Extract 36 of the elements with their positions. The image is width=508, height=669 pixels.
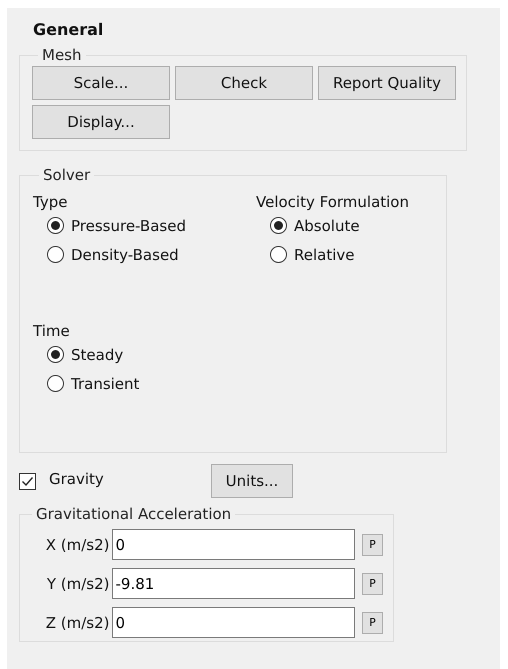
mesh-button[interactable]: Scale... [32, 66, 170, 100]
radio-label: Pressure-Based [71, 216, 186, 234]
radio-label: Relative [294, 246, 354, 264]
units-button[interactable]: Units... [211, 464, 293, 498]
radio-label: Transient [71, 374, 140, 392]
group-title: Mesh [41, 46, 82, 64]
radio-label: Steady [71, 346, 124, 364]
checkbox[interactable] [19, 472, 36, 490]
group-label: Time [33, 321, 71, 340]
input-field[interactable]: -9.81 [112, 568, 356, 599]
group-label: Velocity Formulation [256, 192, 410, 211]
parameter-button[interactable]: P [362, 534, 383, 556]
radio-button[interactable] [270, 217, 287, 234]
field-label: Y (m/s2) [46, 574, 110, 592]
input-field[interactable]: 0 [112, 529, 356, 560]
radio-button[interactable] [47, 346, 64, 363]
mesh-button[interactable]: Check [175, 66, 313, 100]
parameter-button[interactable]: P [362, 572, 383, 594]
radio-button[interactable] [47, 375, 64, 392]
field-label: X (m/s2) [44, 536, 110, 554]
radio-label: Density-Based [71, 246, 179, 264]
radio-label: Absolute [294, 216, 360, 234]
mesh-button[interactable]: Report Quality [318, 66, 456, 100]
panel-title: General [33, 20, 104, 41]
radio-button[interactable] [47, 217, 64, 234]
radio-button[interactable] [270, 246, 287, 263]
checkbox-label: Gravity [49, 470, 105, 488]
group-title: Solver [42, 166, 92, 184]
group-title: Gravitational Acceleration [35, 505, 232, 523]
mesh-button[interactable]: Display... [32, 105, 170, 139]
radio-button[interactable] [47, 246, 64, 263]
parameter-button[interactable]: P [362, 612, 383, 634]
field-label: Z (m/s2) [44, 614, 110, 632]
group-label: Type [33, 192, 68, 211]
input-field[interactable]: 0 [112, 607, 356, 638]
check-icon [21, 474, 34, 488]
